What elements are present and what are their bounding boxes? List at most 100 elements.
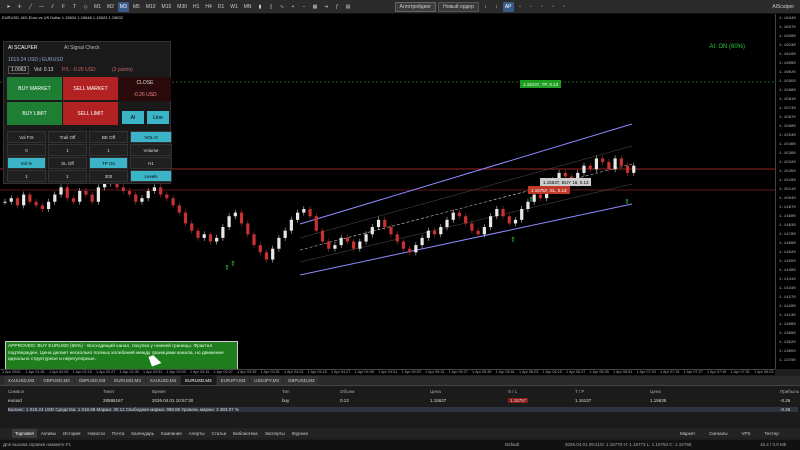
hline-icon[interactable]: — — [37, 2, 46, 12]
panel-cell-0-1[interactable]: Trail Off — [48, 131, 87, 143]
close-button[interactable]: CLOSE — [119, 77, 171, 89]
trade-cell[interactable]: 1.15635 — [650, 398, 666, 403]
indicators-icon[interactable]: ƒ — [333, 2, 342, 12]
timeframe-mn[interactable]: MN — [242, 2, 254, 12]
tester-link[interactable]: Тестер — [765, 431, 779, 436]
line-button[interactable]: Line — [147, 111, 169, 124]
trade-cell[interactable]: buy — [282, 398, 289, 403]
autoscroll-icon[interactable]: ⇥ — [322, 2, 331, 12]
expand-icon[interactable]: ▫ — [560, 2, 569, 12]
panel-cell-3-1[interactable]: 1 — [48, 170, 87, 182]
symbol-tab[interactable]: GBPUSD,M3 — [283, 376, 319, 385]
toolbox-tab[interactable]: Активы — [38, 429, 59, 438]
zoom-in-icon[interactable]: + — [289, 2, 298, 12]
symbol-tab[interactable]: GBPUSD,M3 — [39, 376, 74, 385]
trade-cell[interactable]: 2026.04.01 10:57:30 — [152, 398, 193, 403]
crosshair-icon[interactable]: ✛ — [15, 2, 24, 12]
panel-cell-2-2[interactable]: TP On — [89, 157, 128, 169]
trade-header[interactable]: S / L — [508, 389, 517, 394]
panel-cell-2-3[interactable]: H1 — [130, 157, 172, 169]
toolbox-tab[interactable]: Почта — [109, 429, 128, 438]
price-up-icon[interactable]: ↕ — [481, 2, 490, 12]
panel-cell-2-0[interactable]: Vol % — [7, 157, 46, 169]
trade-header[interactable]: T / P — [575, 389, 584, 394]
timeframe-m30[interactable]: M30 — [175, 2, 189, 12]
trade-header[interactable]: Тип — [282, 389, 290, 394]
time-scale[interactable]: 1 Apr 2026 1 Apr 01:51 1 Apr 02:03 1 Apr 02… — [0, 369, 775, 375]
depth-icon[interactable]: ▫ — [527, 2, 536, 12]
algo-trading-button[interactable]: Алготрейдинг — [394, 1, 437, 12]
panel-cell-3-3[interactable]: Levels — [130, 170, 172, 182]
trade-cell[interactable]: 1.15757 — [508, 398, 529, 403]
symbol-tab[interactable]: GBPUSD,M3 — [74, 376, 110, 385]
sl-level-label[interactable]: 1.15757, SL, 0.13 — [528, 186, 570, 194]
trade-header[interactable]: Тикет — [103, 389, 115, 394]
toolbox-tab[interactable]: Торговля — [12, 428, 37, 438]
buy-limit-button[interactable]: BUY LIMIT — [7, 102, 62, 125]
trade-header[interactable]: Объем — [340, 389, 354, 394]
trade-header[interactable]: Время — [152, 389, 166, 394]
market-link[interactable]: Маркет — [680, 431, 695, 436]
timeframe-m15[interactable]: M15 — [160, 2, 174, 12]
panel-signal-check[interactable]: AI Signal Check — [64, 45, 100, 51]
templates-icon[interactable]: ▤ — [344, 2, 353, 12]
trade-cell[interactable]: eurusd — [8, 398, 22, 403]
trade-header[interactable]: Цена — [430, 389, 441, 394]
channel-icon[interactable]: ⫽ — [48, 2, 57, 12]
zoom-out-icon[interactable]: − — [300, 2, 309, 12]
line-chart-icon[interactable]: ∿ — [278, 2, 287, 12]
ap-button[interactable]: AP — [502, 1, 514, 12]
toolbox-tab[interactable]: Статьи — [209, 429, 230, 438]
vps-link[interactable]: VPS — [742, 431, 751, 436]
panel-cell-1-1[interactable]: 1 — [48, 144, 87, 156]
trade-header[interactable]: Прибыль — [780, 389, 799, 394]
sell-limit-button[interactable]: SELL LIMIT — [63, 102, 118, 125]
symbol-tab[interactable]: EURUSD,M3 — [110, 376, 145, 385]
price-down-icon[interactable]: ↕ — [492, 2, 501, 12]
shapes-icon[interactable]: ◇ — [81, 2, 90, 12]
panel-lots[interactable]: 1.0963 — [8, 66, 30, 74]
trade-cell[interactable]: -0.26 — [780, 398, 790, 403]
text-icon[interactable]: T — [70, 2, 79, 12]
new-order-button[interactable]: Новый ордер — [438, 1, 479, 12]
line-icon[interactable]: ╱ — [26, 2, 35, 12]
trade-cell[interactable]: 0.13 — [340, 398, 349, 403]
symbol-tab[interactable]: USDJPY,M3 — [250, 376, 283, 385]
trade-header[interactable]: Цена — [650, 389, 661, 394]
timeframe-d1[interactable]: D1 — [216, 2, 226, 12]
toolbox-tab[interactable]: Алерты — [186, 429, 208, 438]
symbol-tab[interactable]: XAUUSD,M3 — [4, 376, 39, 385]
panel-cell-1-3[interactable]: Volume — [130, 144, 172, 156]
panel-cell-1-0[interactable]: 0 — [7, 144, 46, 156]
symbol-tab[interactable]: XAUUSD,M3 — [145, 376, 181, 385]
fibo-icon[interactable]: F — [59, 2, 68, 12]
trade-cell[interactable]: 1.16137 — [575, 398, 591, 403]
grid-icon[interactable]: ▦ — [311, 2, 320, 12]
trade-cell[interactable]: 1.15637 — [430, 398, 446, 403]
toolbox-tab[interactable]: История — [60, 429, 83, 438]
timeframe-m3[interactable]: M3 — [117, 1, 129, 12]
signals-link[interactable]: Сигналы — [709, 431, 727, 436]
toolbox-tab[interactable]: Компания — [158, 429, 185, 438]
buy-level-label[interactable]: 1.15637, BUY 18, 0.13 — [540, 178, 592, 186]
tp-level-label[interactable]: 1.16137, TP, 0.13 — [520, 80, 562, 88]
panel-cell-3-0[interactable]: 1 — [7, 170, 46, 182]
chart-bars-icon[interactable]: ▮ — [256, 2, 265, 12]
symbol-tab[interactable]: EURUSD,M3 — [181, 376, 216, 385]
panel-cell-0-3[interactable]: VOL O — [130, 131, 172, 143]
trade-cell[interactable]: 28586167 — [103, 398, 123, 403]
timeframe-m10[interactable]: M10 — [144, 2, 158, 12]
timeframe-m1[interactable]: M1 — [92, 2, 103, 12]
trade-header[interactable]: Символ — [8, 389, 24, 394]
ai-button[interactable]: AI — [122, 111, 144, 124]
timeframe-h4[interactable]: H4 — [203, 2, 213, 12]
cursor-icon[interactable]: ➤ — [4, 2, 13, 12]
timeframe-m2[interactable]: M2 — [105, 2, 116, 12]
toolbox-tab[interactable]: Новости — [85, 429, 108, 438]
price-scale[interactable]: 1.16440 1.16370 1.16300 1.16230 1.16160 1.160… — [775, 14, 800, 369]
panel-cell-0-2[interactable]: BE Off — [89, 131, 128, 143]
timeframe-w1[interactable]: W1 — [228, 2, 240, 12]
sell-market-button[interactable]: SELL MARKET — [63, 77, 118, 100]
buy-market-button[interactable]: BUY MARKET — [7, 77, 62, 100]
window-icon[interactable]: ▫ — [538, 2, 547, 12]
